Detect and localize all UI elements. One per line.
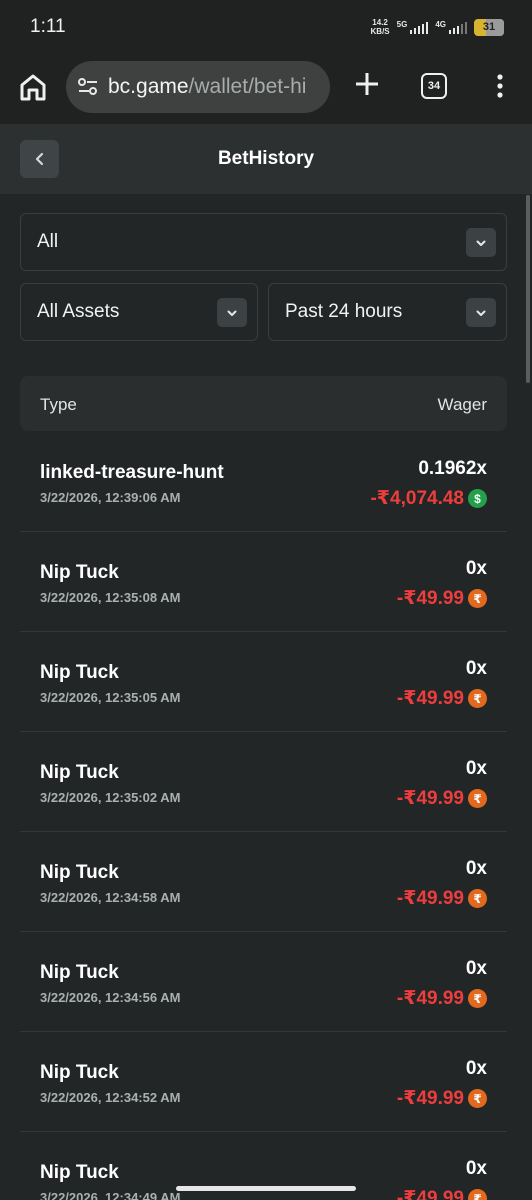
- table-row[interactable]: Nip Tuck 3/22/2026, 12:35:02 AM 0x -₹49.99 ₹: [20, 732, 507, 832]
- bet-time: 3/22/2026, 12:34:56 AM: [40, 990, 181, 1005]
- more-vert-icon[interactable]: [490, 73, 510, 99]
- amount-value: -₹49.99: [396, 588, 464, 609]
- address-bar[interactable]: bc.game/wallet/bet-hi: [66, 61, 330, 113]
- inr-coin-icon: ₹: [468, 889, 487, 908]
- inr-coin-icon: ₹: [468, 1089, 487, 1108]
- wager-amount: -₹4,074.48 $: [370, 487, 487, 510]
- bet-time: 3/22/2026, 12:35:02 AM: [40, 790, 181, 805]
- bet-time: 3/22/2026, 12:34:52 AM: [40, 1090, 181, 1105]
- period-value: Past 24 hours: [285, 301, 403, 322]
- amount-value: -₹4,074.48: [370, 488, 464, 509]
- amount-value: -₹49.99: [396, 1088, 464, 1109]
- payout-multiplier: 0.1962x: [418, 458, 487, 479]
- table-row[interactable]: Nip Tuck 3/22/2026, 12:34:56 AM 0x -₹49.99 ₹: [20, 932, 507, 1032]
- wager-amount: -₹49.99 ₹: [397, 887, 487, 910]
- wager-amount: -₹49.99 ₹: [397, 1087, 487, 1110]
- payout-multiplier: 0x: [465, 858, 487, 879]
- assets-select[interactable]: All Assets: [20, 283, 258, 341]
- status-bar: 1:11 14.2 KB/S 5G 4G 31: [0, 0, 532, 56]
- payout-multiplier: 0x: [465, 1058, 487, 1079]
- assets-value: All Assets: [37, 301, 120, 322]
- wager-amount: -₹49.99 ₹: [397, 787, 487, 810]
- inr-coin-icon: ₹: [468, 989, 487, 1008]
- url-text: bc.game/wallet/bet-hi: [108, 75, 307, 98]
- amount-value: -₹49.99: [396, 988, 464, 1009]
- period-select[interactable]: Past 24 hours: [268, 283, 507, 341]
- page-title: BetHistory: [217, 148, 315, 169]
- signal-4g-icon: 4G: [435, 20, 467, 34]
- payout-multiplier: 0x: [465, 558, 487, 579]
- wager-amount: -₹49.99 ₹: [397, 1187, 487, 1200]
- game-type-select[interactable]: All: [20, 213, 507, 271]
- payout-multiplier: 0x: [465, 1158, 487, 1179]
- chevron-down-icon: [466, 228, 496, 257]
- chevron-down-icon: [217, 298, 247, 327]
- game-name: Nip Tuck: [40, 662, 119, 683]
- amount-value: -₹49.99: [396, 888, 464, 909]
- column-wager: Wager: [437, 395, 487, 414]
- payout-multiplier: 0x: [465, 658, 487, 679]
- bet-time: 3/22/2026, 12:35:05 AM: [40, 690, 181, 705]
- table-header: Type Wager: [20, 376, 507, 431]
- amount-value: -₹49.99: [396, 1188, 464, 1200]
- table-row[interactable]: Nip Tuck 3/22/2026, 12:34:52 AM 0x -₹49.99 ₹: [20, 1032, 507, 1132]
- amount-value: -₹49.99: [396, 788, 464, 809]
- game-type-value: All: [37, 231, 59, 252]
- wager-amount: -₹49.99 ₹: [397, 687, 487, 710]
- wager-amount: -₹49.99 ₹: [397, 987, 487, 1010]
- bet-time: 3/22/2026, 12:39:06 AM: [40, 490, 181, 505]
- tabs-icon[interactable]: 34: [421, 73, 447, 99]
- status-indicators: 14.2 KB/S 5G 4G 31: [371, 18, 504, 36]
- table-row[interactable]: Nip Tuck 3/22/2026, 12:35:05 AM 0x -₹49.99 ₹: [20, 632, 507, 732]
- battery-icon: 31: [474, 18, 504, 36]
- game-name: Nip Tuck: [40, 962, 119, 983]
- site-settings-icon[interactable]: [77, 77, 99, 97]
- bet-time: 3/22/2026, 12:34:49 AM: [40, 1190, 181, 1200]
- column-type: Type: [40, 395, 77, 414]
- page-header: BetHistory: [0, 124, 532, 194]
- inr-coin-icon: ₹: [468, 1189, 487, 1200]
- bet-time: 3/22/2026, 12:34:58 AM: [40, 890, 181, 905]
- table-row[interactable]: Nip Tuck 3/22/2026, 12:34:58 AM 0x -₹49.99 ₹: [20, 832, 507, 932]
- usd-coin-icon: $: [468, 489, 487, 508]
- inr-coin-icon: ₹: [468, 789, 487, 808]
- chevron-down-icon: [466, 298, 496, 327]
- signal-5g-icon: 5G: [397, 20, 429, 34]
- home-indicator[interactable]: [176, 1186, 356, 1191]
- inr-coin-icon: ₹: [468, 689, 487, 708]
- game-name: Nip Tuck: [40, 762, 119, 783]
- game-name: Nip Tuck: [40, 1162, 119, 1183]
- game-name: Nip Tuck: [40, 1062, 119, 1083]
- game-name: Nip Tuck: [40, 862, 119, 883]
- payout-multiplier: 0x: [465, 958, 487, 979]
- browser-toolbar: bc.game/wallet/bet-hi 34: [0, 56, 532, 124]
- new-tab-plus-icon[interactable]: [352, 69, 382, 99]
- inr-coin-icon: ₹: [468, 589, 487, 608]
- table-row[interactable]: Nip Tuck 3/22/2026, 12:35:08 AM 0x -₹49.99 ₹: [20, 532, 507, 632]
- amount-value: -₹49.99: [396, 688, 464, 709]
- table-row[interactable]: linked-treasure-hunt 3/22/2026, 12:39:06 …: [20, 432, 507, 532]
- wager-amount: -₹49.99 ₹: [397, 587, 487, 610]
- status-time: 1:11: [30, 16, 66, 37]
- game-name: Nip Tuck: [40, 562, 119, 583]
- home-icon[interactable]: [16, 70, 50, 104]
- bet-time: 3/22/2026, 12:35:08 AM: [40, 590, 181, 605]
- payout-multiplier: 0x: [465, 758, 487, 779]
- game-name: linked-treasure-hunt: [40, 462, 224, 483]
- network-speed: 14.2 KB/S: [370, 18, 390, 36]
- scrollbar[interactable]: [526, 195, 530, 383]
